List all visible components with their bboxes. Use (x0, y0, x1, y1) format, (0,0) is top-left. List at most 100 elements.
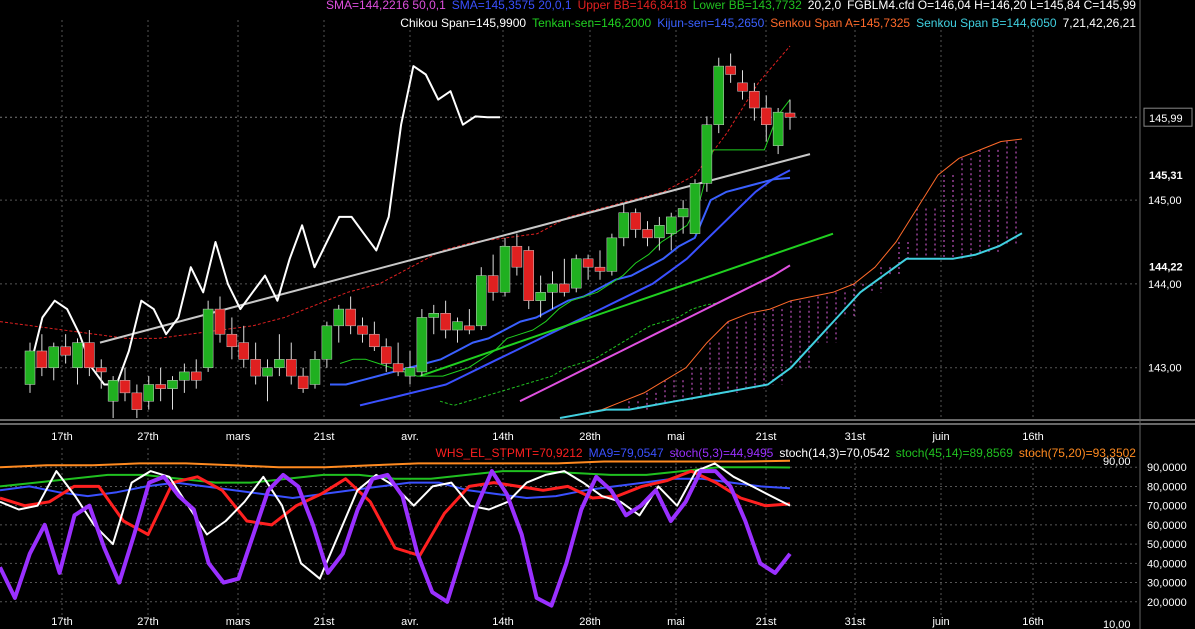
candle-body (440, 313, 451, 331)
legend-item: Senkou Span A=145,7325 (770, 16, 910, 30)
legend-item: 7,21,42,26,21 (1063, 16, 1137, 30)
chart-canvas: 17th 17th 27th 27th mars mars 21st 21st avr. avr.… (0, 0, 1195, 629)
stoch-75-20-line (0, 459, 791, 469)
candle-body (167, 380, 178, 389)
date-tick-label: avr. (401, 431, 419, 443)
candle-body (606, 237, 618, 272)
candle-body (96, 367, 107, 373)
oscillator-panel (0, 459, 792, 608)
candle-body (309, 359, 321, 385)
osc-tick-label: 50,0000 (1147, 539, 1187, 551)
candle-body (689, 183, 701, 234)
tenkan-sen-line (339, 99, 791, 377)
date-tick-label: 27th (137, 616, 158, 628)
candle-body (72, 342, 83, 368)
candle-body (24, 350, 36, 385)
legend-item: Upper BB=146,8418 (578, 0, 687, 12)
date-tick-label: mai (667, 616, 685, 628)
candle-body (630, 212, 641, 230)
candle-body (428, 313, 439, 318)
osc-tick-label: 40,0000 (1147, 558, 1187, 570)
candle-body (214, 308, 226, 335)
date-tick-label: mars (226, 431, 251, 443)
date-tick-label: 31st (845, 431, 866, 443)
date-tick-label: 14th (492, 431, 513, 443)
candle-body (333, 308, 344, 327)
legend-item: Tenkan-sen=146,2000 (532, 16, 651, 30)
candle-body (262, 367, 273, 377)
ichimoku-cloud (628, 141, 1017, 410)
candle-body (487, 275, 499, 293)
date-tick-label: 16th (1022, 616, 1043, 628)
candle-body (737, 82, 748, 92)
candle-body (535, 292, 546, 301)
candle-body (594, 266, 606, 272)
candle-body (677, 208, 689, 218)
price-tick-label: 144,00 (1148, 279, 1182, 291)
candle-body (392, 363, 404, 373)
legend-item: FGBLM4.cfd O=146,04 H=146,20 L=145,84 C=… (847, 0, 1136, 12)
senkou-span-b-line (559, 232, 1023, 419)
osc-tick-label: 70,0000 (1147, 501, 1187, 513)
legend-row: SMA=144,2216 50,0,1 SMA=145,3575 20,0,1 Up… (326, 0, 1136, 12)
indicator-lines (0, 45, 1023, 419)
candle-body (511, 245, 523, 268)
date-tick-label: 14th (492, 616, 513, 628)
candle-body (202, 308, 214, 368)
candle-body (666, 216, 677, 234)
candle-body (286, 359, 297, 377)
candle-body (725, 65, 736, 75)
candle-body (701, 124, 713, 184)
date-tick-label: 31st (845, 616, 866, 628)
candle-body (464, 325, 475, 331)
osc-tick-label: 90,0000 (1147, 462, 1187, 474)
candle-body (36, 350, 48, 368)
legend-item: 20,2,0 (808, 0, 842, 12)
date-tick-label: 27th (137, 431, 158, 443)
price-badge-label: 145,31 (1149, 170, 1183, 182)
chikou-span-line (29, 65, 500, 386)
candle-body (238, 342, 249, 360)
candle-body (345, 308, 356, 327)
legend-item: Chikou Span=145,9900 (400, 16, 526, 30)
date-tick-label: 16th (1022, 431, 1043, 443)
candle-body (523, 250, 534, 301)
date-tick-label: 21st (314, 431, 335, 443)
date-tick-label: 17th (51, 431, 72, 443)
legend-item: stoch(45,14)=89,8569 (896, 446, 1013, 460)
legend-item: MA9=79,0547 (589, 446, 664, 460)
candle-body (761, 107, 772, 125)
candle-body (642, 229, 653, 239)
date-tick-label: juin (931, 431, 949, 443)
osc-bottom-label: 10,00 (1103, 619, 1131, 629)
date-tick-label: juin (931, 616, 949, 628)
legend-item: Senkou Span B=144,6050 (916, 16, 1057, 30)
osc-tick-label: 20,0000 (1147, 597, 1187, 609)
candle-body (381, 346, 392, 364)
candle-body (226, 333, 238, 348)
date-tick-label: 21st (756, 616, 777, 628)
legend-item: Kijun-sen=145,2650 (657, 16, 764, 30)
candle-body (749, 90, 760, 109)
price-tick-label: 143,00 (1148, 363, 1182, 375)
candle-body (143, 384, 154, 402)
candle-body (654, 225, 665, 239)
legend-item: stoch(75,20)=93,3502 (1019, 446, 1136, 460)
price-badge-label: 145,99 (1149, 113, 1183, 125)
candle-body (155, 384, 166, 389)
candle-body (321, 325, 333, 360)
candle-body (499, 245, 511, 293)
candle-body (476, 275, 487, 327)
candle-body (618, 212, 629, 239)
candle-body (191, 371, 202, 381)
osc-tick-label: 80,0000 (1147, 481, 1187, 493)
legend-item: WHS_EL_STPMT=70,9212 (436, 446, 583, 460)
legend-item: stoch(5,3)=44,9495 (670, 446, 774, 460)
osc-tick-label: 60,0000 (1147, 520, 1187, 532)
legend-item: Lower BB=143,7732 (693, 0, 802, 12)
candle-body (131, 392, 143, 410)
legend-item: stoch(14,3)=70,0542 (779, 446, 890, 460)
legend-item: SMA=144,2216 50,0,1 (326, 0, 446, 12)
candle-body (48, 346, 59, 368)
date-tick-label: 28th (579, 431, 600, 443)
